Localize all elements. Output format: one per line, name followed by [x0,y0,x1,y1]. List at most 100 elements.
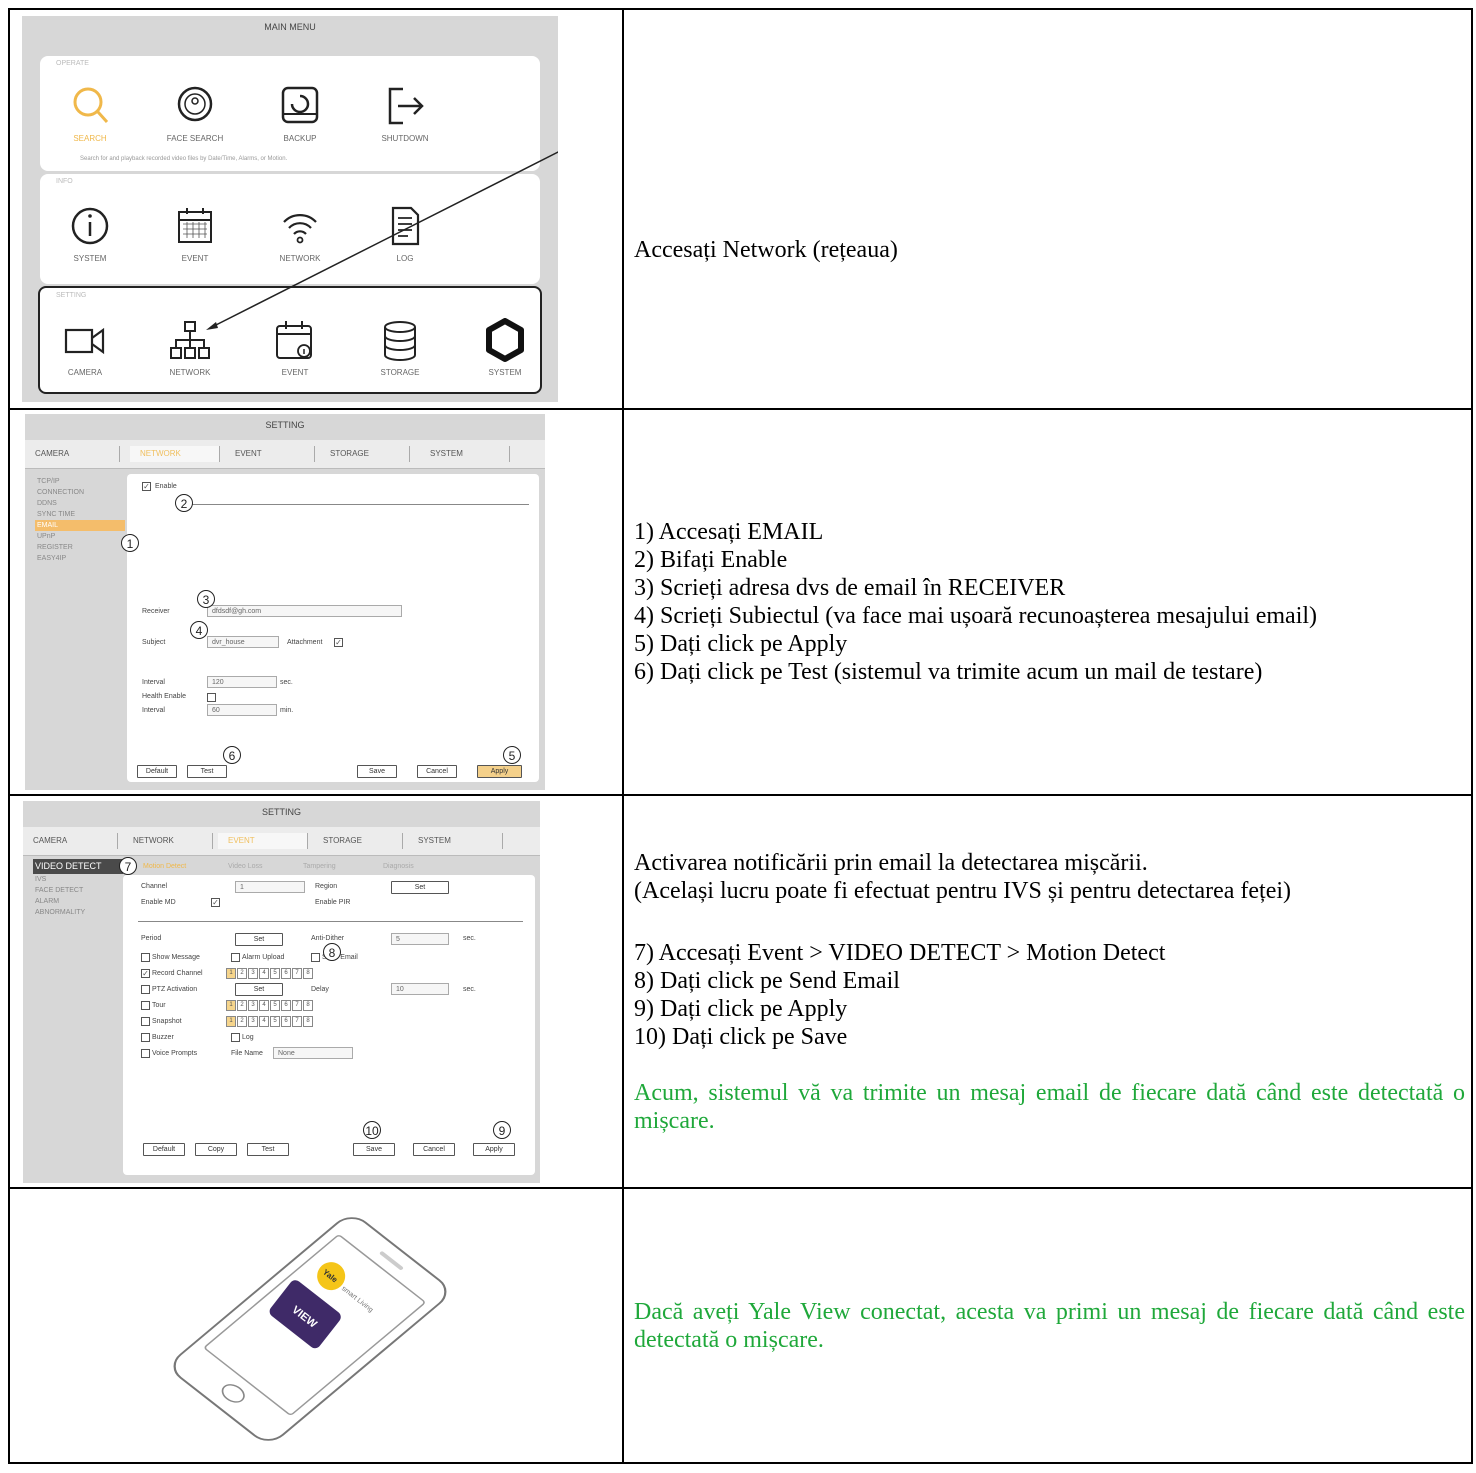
apply-button[interactable]: Apply [477,765,522,778]
show-message-label: Show Message [152,953,200,961]
tab-event-2[interactable]: EVENT [218,832,308,849]
subtab-motion-detect[interactable]: Motion Detect [143,863,186,870]
tab-network[interactable]: NETWORK [130,446,220,462]
snapshot-checkbox[interactable] [141,1016,150,1026]
channel-box[interactable]: 3 [248,1015,258,1027]
ptz-checkbox[interactable] [141,984,150,994]
channel-box[interactable]: 8 [303,967,313,979]
log-checkbox[interactable] [231,1032,240,1042]
tab-storage[interactable]: STORAGE [320,446,410,462]
copy-button[interactable]: Copy [195,1142,237,1156]
save-button[interactable]: Save [357,765,397,778]
receiver-input[interactable]: dfdsdf@gh.com [207,605,402,617]
channel-box[interactable]: 8 [303,1015,313,1027]
anti-dither-input[interactable]: 5 [391,932,449,945]
channel-box[interactable]: 6 [281,967,291,979]
tab-network-2[interactable]: NETWORK [123,832,213,849]
channel-box[interactable]: 7 [292,1015,302,1027]
sidebar-item-ddns[interactable]: DDNS [35,498,125,509]
attachment-checkbox[interactable]: ✓ [334,638,343,647]
subject-input[interactable]: dvr_house [207,636,279,648]
sidebar-item-register[interactable]: REGISTER [35,542,125,553]
file-name-select[interactable]: None [273,1046,353,1059]
channel-box[interactable]: 4 [259,967,269,979]
enable-md-checkbox[interactable]: ✓ [211,897,220,907]
subtab-diagnosis[interactable]: Diagnosis [383,863,414,870]
tab-system-2[interactable]: SYSTEM [408,832,503,849]
enable-checkbox[interactable]: ✓ [142,482,151,491]
channel-box[interactable]: 4 [259,999,269,1011]
tour-channel-grid[interactable]: 12345678 [226,999,314,1011]
channel-box[interactable]: 6 [281,1015,291,1027]
anti-dither-label: Anti-Dither [311,934,345,942]
sidebar-item-face-detect[interactable]: FACE DETECT [33,885,123,896]
show-message-checkbox[interactable] [141,952,150,962]
health-enable-checkbox[interactable] [207,693,216,702]
ptz-label: PTZ Activation [152,985,198,993]
sidebar-item-alarm[interactable]: ALARM [33,896,123,907]
channel-box[interactable]: 1 [226,1015,236,1027]
tab-event[interactable]: EVENT [225,446,315,462]
cancel-button[interactable]: Cancel [417,765,457,778]
tab-system[interactable]: SYSTEM [420,446,510,462]
channel-box[interactable]: 1 [226,967,236,979]
interval-input[interactable]: 120 [207,676,277,688]
sidebar-item-easy4ip[interactable]: EASY4IP [35,553,125,564]
channel-box[interactable]: 3 [248,967,258,979]
tab-camera[interactable]: CAMERA [25,446,120,462]
sidebar-item-email[interactable]: EMAIL [35,520,125,531]
channel-box[interactable]: 2 [237,967,247,979]
sidebar-item-tcpip[interactable]: TCP/IP [35,476,125,487]
sidebar-item-video-detect[interactable]: VIDEO DETECT [33,858,123,874]
tour-checkbox[interactable] [141,1000,150,1010]
channel-box[interactable]: 5 [270,967,280,979]
channel-box[interactable]: 2 [237,1015,247,1027]
motion-detect-screenshot: SETTING CAMERA NETWORK EVENT STORAGE SYS… [23,800,540,1183]
channel-box[interactable]: 7 [292,999,302,1011]
voice-prompts-label: Voice Prompts [152,1049,198,1057]
receiver-label: Receiver [142,608,170,615]
buzzer-checkbox[interactable] [141,1032,150,1042]
channel-box[interactable]: 1 [226,999,236,1011]
interval2-input[interactable]: 60 [207,704,277,716]
pointer-arrow [206,151,558,330]
tab-storage-2[interactable]: STORAGE [313,832,403,849]
tab-camera-2[interactable]: CAMERA [23,832,118,849]
alarm-upload-checkbox[interactable] [231,952,240,962]
apply-button-2[interactable]: Apply [473,1142,515,1156]
channel-box[interactable]: 7 [292,967,302,979]
cell-screenshot-main-menu: MAIN MENU OPERATE SEARCH FACE SEARCH BAC… [8,8,624,410]
sidebar-item-connection[interactable]: CONNECTION [35,487,125,498]
channel-box[interactable]: 4 [259,1015,269,1027]
step-marker-3: 3 [197,590,215,608]
channel-box[interactable]: 5 [270,999,280,1011]
sidebar-item-ivs[interactable]: IVS [33,874,123,885]
test-button[interactable]: Test [187,765,227,778]
default-button-2[interactable]: Default [143,1142,185,1156]
sidebar-item-abnormality[interactable]: ABNORMALITY [33,907,123,918]
record-channel-checkbox[interactable]: ✓ [141,968,150,978]
sidebar-item-upnp[interactable]: UPnP [35,531,125,542]
channel-box[interactable]: 2 [237,999,247,1011]
sidebar-item-sync-time[interactable]: SYNC TIME [35,509,125,520]
step-marker-5: 5 [503,746,521,764]
channel-box[interactable]: 5 [270,1015,280,1027]
cancel-button-2[interactable]: Cancel [413,1142,455,1156]
region-set-button[interactable]: Set [391,880,449,894]
subtab-tampering[interactable]: Tampering [303,863,336,870]
record-channel-grid[interactable]: 12345678 [226,967,314,979]
period-set-button[interactable]: Set [235,932,283,946]
channel-box[interactable]: 3 [248,999,258,1011]
send-email-checkbox[interactable] [311,952,320,962]
default-button[interactable]: Default [137,765,177,778]
voice-prompts-checkbox[interactable] [141,1048,150,1058]
ptz-set-button[interactable]: Set [235,982,283,996]
channel-box[interactable]: 8 [303,999,313,1011]
delay-input[interactable]: 10 [391,982,449,995]
test-button-2[interactable]: Test [247,1142,289,1156]
save-button-2[interactable]: Save [353,1142,395,1156]
subtab-video-loss[interactable]: Video Loss [228,863,263,870]
channel-select[interactable]: 1 [235,880,305,893]
snapshot-channel-grid[interactable]: 12345678 [226,1015,314,1027]
channel-box[interactable]: 6 [281,999,291,1011]
